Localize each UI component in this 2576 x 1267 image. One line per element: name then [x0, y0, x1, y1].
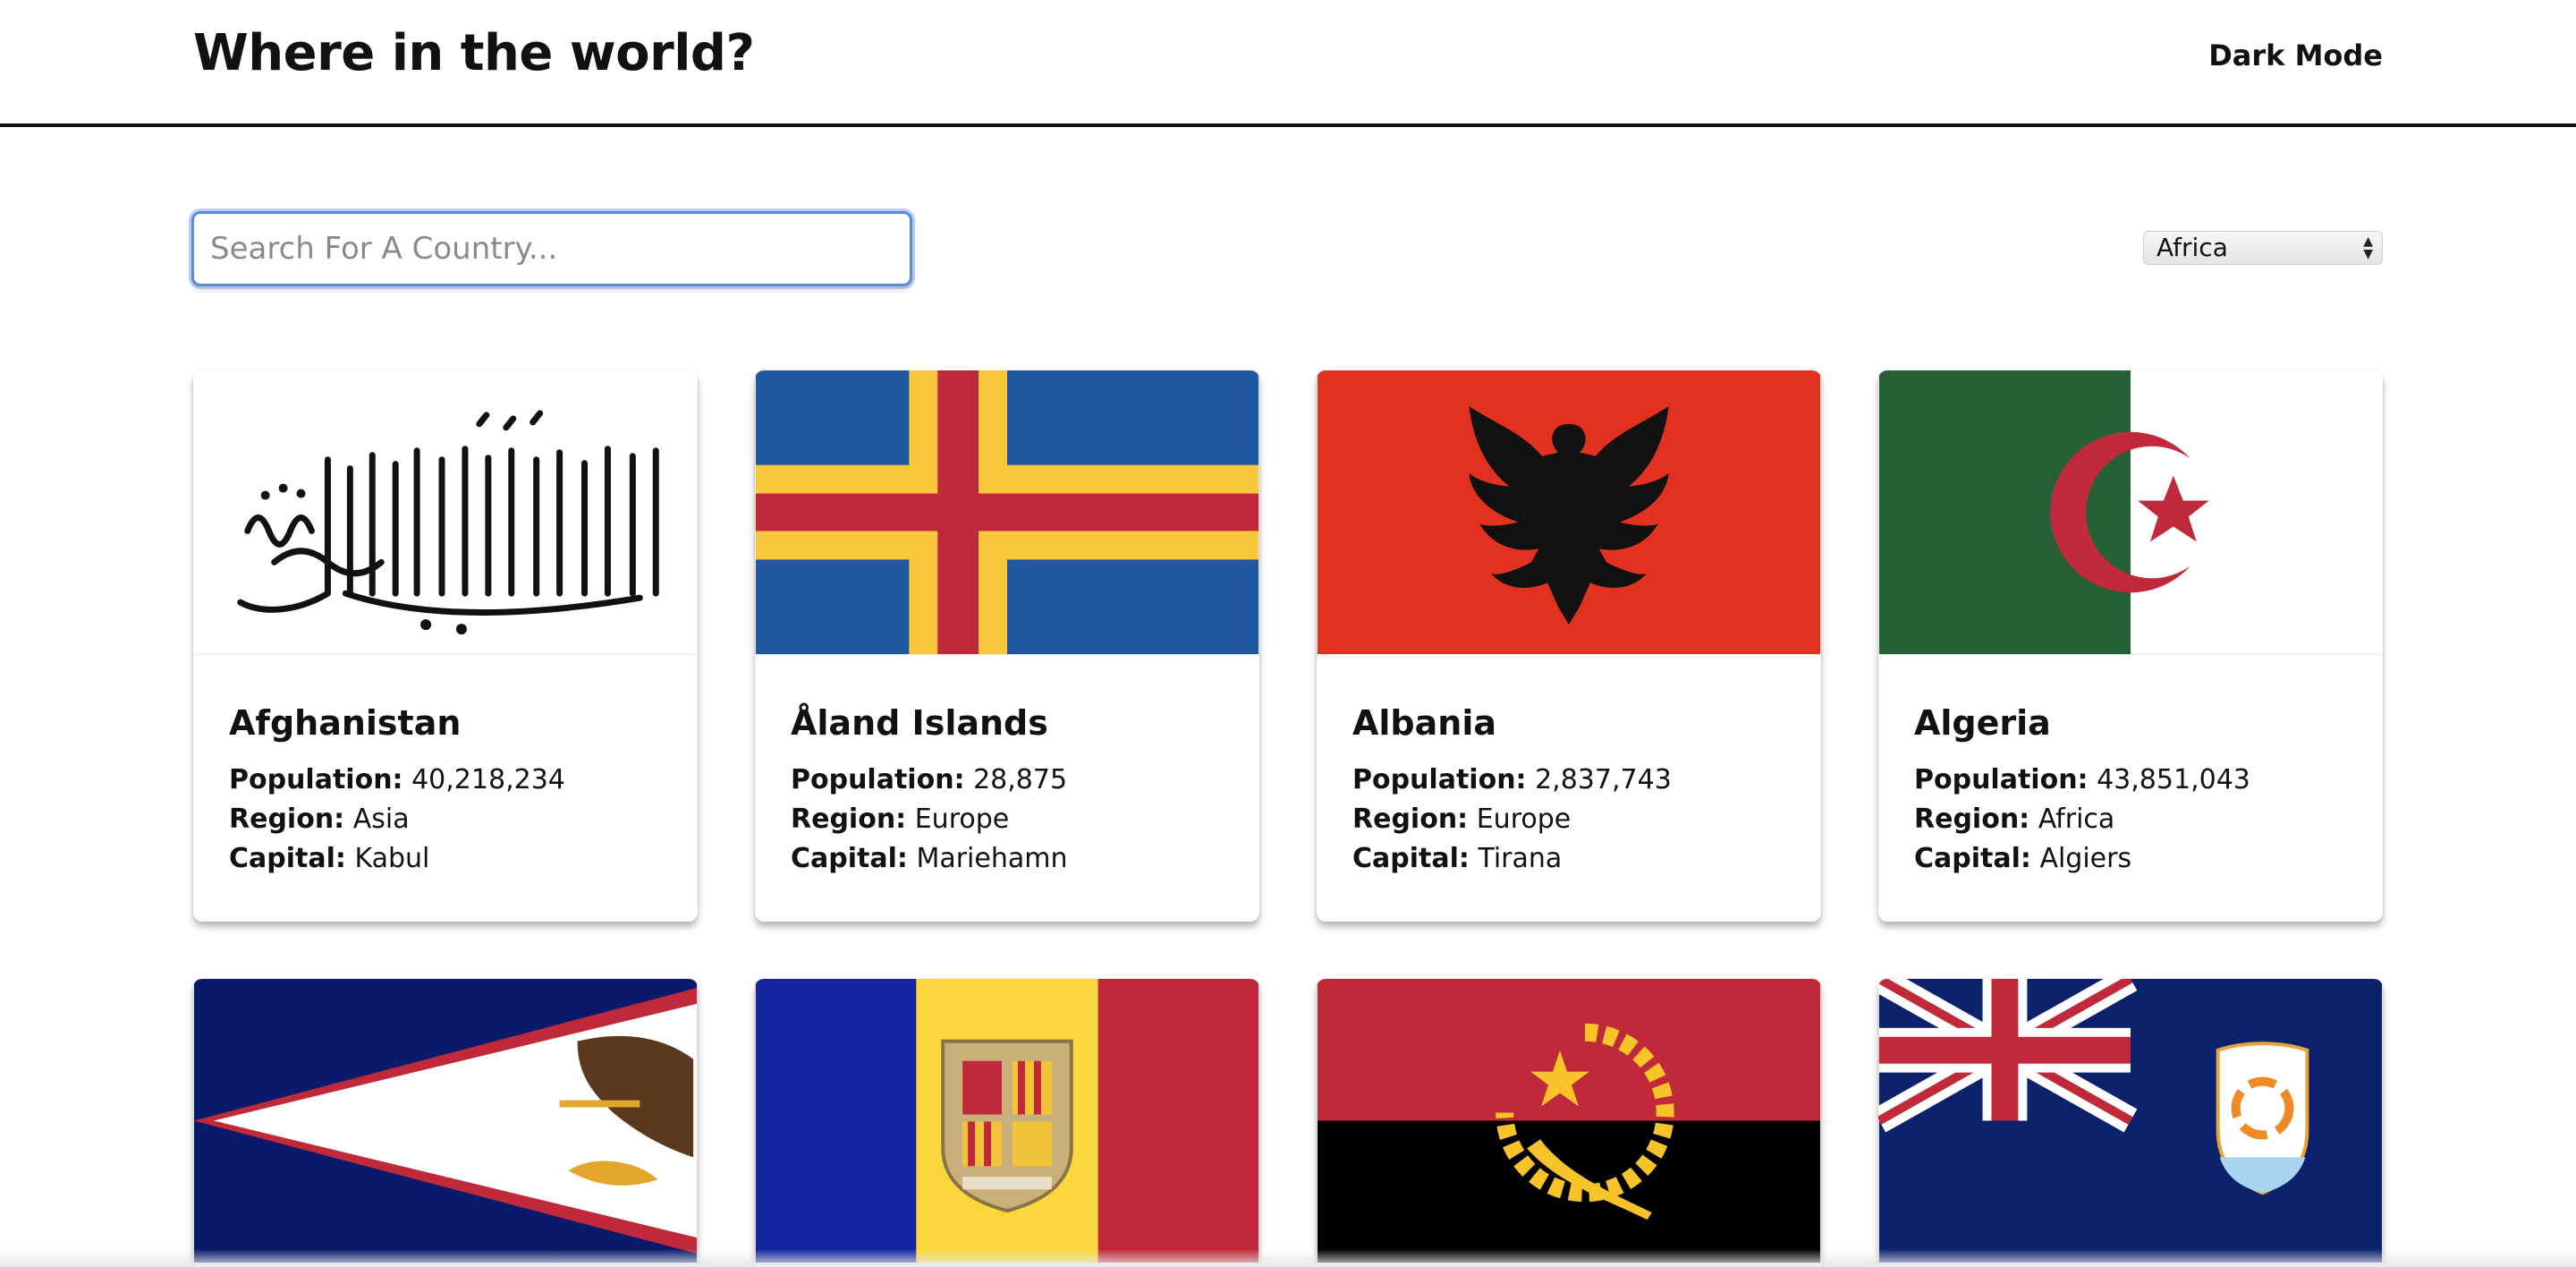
country-name: Afghanistan — [229, 703, 462, 743]
country-name: Åland Islands — [791, 703, 1048, 743]
american-samoa-flag-icon — [193, 979, 698, 1263]
population-value: 2,837,743 — [1535, 764, 1672, 795]
country-name: Algeria — [1914, 703, 2051, 743]
header-bar: Where in the world? Dark Mode — [0, 0, 2576, 127]
region-line: Region: Europe — [791, 800, 1224, 839]
country-card-algeria[interactable]: Algeria Population: 43,851,043 Region: A… — [1878, 370, 2383, 922]
country-card-andorra[interactable] — [755, 979, 1259, 1267]
capital-value: Tirana — [1478, 843, 1563, 874]
country-card-aland-islands[interactable]: Åland Islands Population: 28,875 Region:… — [755, 370, 1259, 922]
capital-line: Capital: Tirana — [1352, 839, 1785, 879]
app-title: Where in the world? — [193, 24, 755, 82]
search-input[interactable] — [191, 211, 912, 286]
algeria-flag-icon — [1878, 370, 2383, 655]
capital-label: Capital: — [1914, 843, 2031, 874]
region-value: Asia — [352, 804, 410, 835]
capital-label: Capital: — [791, 843, 908, 874]
capital-line: Capital: Kabul — [229, 839, 662, 879]
region-label: Region: — [1352, 804, 1469, 835]
card-body: Åland Islands Population: 28,875 Region:… — [755, 655, 1259, 879]
region-label: Region: — [1914, 804, 2030, 835]
country-card-anguilla[interactable] — [1878, 979, 2383, 1267]
region-value: Africa — [2038, 804, 2115, 835]
region-line: Region: Africa — [1914, 800, 2347, 839]
select-arrows-icon: ▲ ▼ — [2363, 234, 2373, 261]
country-card-angola[interactable] — [1317, 979, 1821, 1267]
population-line: Population: 40,218,234 — [229, 761, 662, 800]
population-line: Population: 43,851,043 — [1914, 761, 2347, 800]
region-filter-select[interactable]: Africa ▲ ▼ — [2143, 231, 2383, 265]
card-body: Albania Population: 2,837,743 Region: Eu… — [1317, 655, 1821, 879]
region-label: Region: — [791, 804, 907, 835]
region-line: Region: Europe — [1352, 800, 1785, 839]
capital-value: Algiers — [2039, 843, 2132, 874]
andorra-flag-icon — [755, 979, 1259, 1263]
albania-flag-icon — [1317, 370, 1821, 655]
population-line: Population: 2,837,743 — [1352, 761, 1785, 800]
population-label: Population: — [791, 764, 965, 795]
capital-label: Capital: — [1352, 843, 1470, 874]
region-filter-value: Africa — [2157, 233, 2228, 262]
afghanistan-flag-icon — [193, 370, 698, 655]
capital-label: Capital: — [229, 843, 346, 874]
country-name: Albania — [1352, 703, 1496, 743]
scroll-fade — [0, 1249, 2576, 1267]
population-value: 28,875 — [973, 764, 1068, 795]
capital-value: Mariehamn — [916, 843, 1068, 874]
population-line: Population: 28,875 — [791, 761, 1224, 800]
country-card-albania[interactable]: Albania Population: 2,837,743 Region: Eu… — [1317, 370, 1821, 922]
capital-line: Capital: Algiers — [1914, 839, 2347, 879]
region-value: Europe — [1476, 804, 1572, 835]
aland-islands-flag-icon — [755, 370, 1259, 655]
population-value: 43,851,043 — [2097, 764, 2250, 795]
population-label: Population: — [1352, 764, 1527, 795]
anguilla-flag-icon — [1878, 979, 2383, 1263]
card-body: Afghanistan Population: 40,218,234 Regio… — [193, 655, 698, 879]
region-value: Europe — [914, 804, 1010, 835]
angola-flag-icon — [1317, 979, 1821, 1263]
card-body: Algeria Population: 43,851,043 Region: A… — [1878, 655, 2383, 879]
population-label: Population: — [229, 764, 403, 795]
region-line: Region: Asia — [229, 800, 662, 839]
country-card-afghanistan[interactable]: Afghanistan Population: 40,218,234 Regio… — [193, 370, 698, 922]
capital-line: Capital: Mariehamn — [791, 839, 1224, 879]
capital-value: Kabul — [354, 843, 430, 874]
population-label: Population: — [1914, 764, 2089, 795]
country-card-american-samoa[interactable] — [193, 979, 698, 1267]
region-label: Region: — [229, 804, 345, 835]
dark-mode-toggle[interactable]: Dark Mode — [2208, 36, 2383, 75]
population-value: 40,218,234 — [411, 764, 565, 795]
